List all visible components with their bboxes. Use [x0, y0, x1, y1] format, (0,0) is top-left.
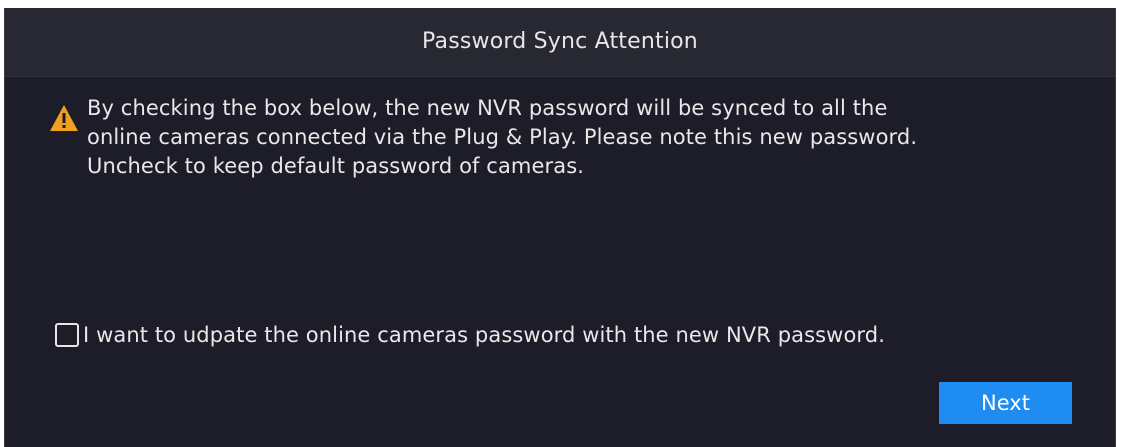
background-page-strip	[0, 0, 1130, 8]
sync-password-checkbox-label[interactable]: I want to udpate the online cameras pass…	[83, 323, 885, 347]
warning-triangle-icon	[50, 105, 78, 131]
next-button[interactable]: Next	[939, 382, 1072, 424]
message-line: By checking the box below, the new NVR p…	[87, 96, 888, 120]
sync-password-option[interactable]: I want to udpate the online cameras pass…	[55, 318, 885, 352]
message-line: online cameras connected via the Plug & …	[87, 125, 918, 149]
message-text: By checking the box below, the new NVR p…	[87, 94, 1097, 181]
message-line: Uncheck to keep default password of came…	[87, 154, 585, 178]
password-sync-dialog: Password Sync Attention By checking the …	[4, 8, 1116, 447]
sync-password-checkbox[interactable]	[55, 323, 79, 347]
dialog-titlebar: Password Sync Attention	[5, 8, 1115, 77]
dialog-title: Password Sync Attention	[422, 28, 698, 54]
